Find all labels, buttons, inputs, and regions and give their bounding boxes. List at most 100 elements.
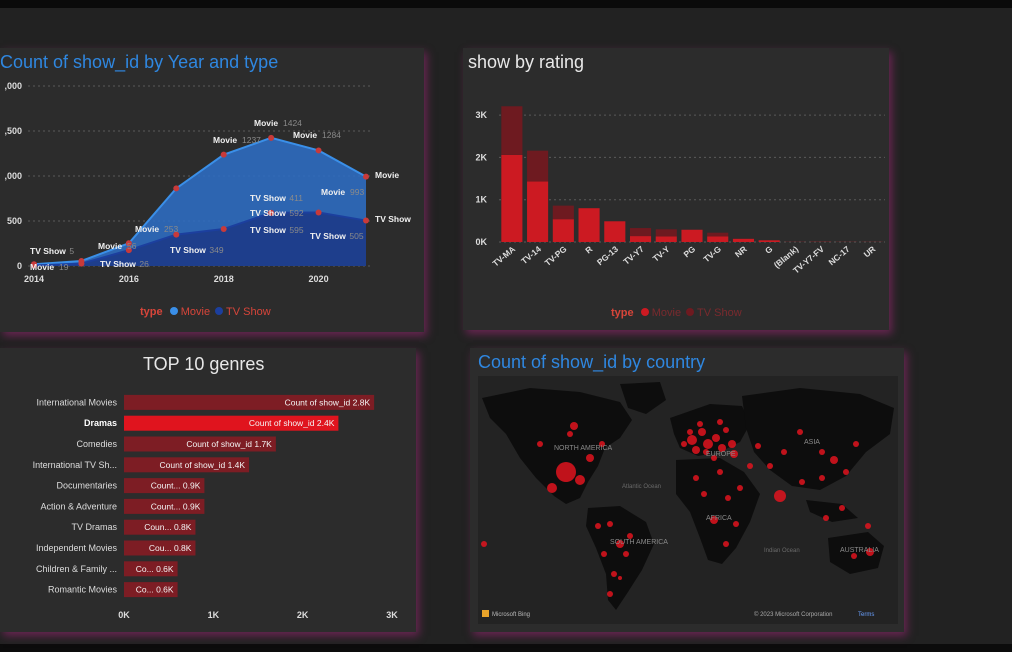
- data-label-name: TV Show: [310, 231, 346, 241]
- rating-bar-movie: [758, 240, 780, 242]
- x-tick-label: TV-Y: [651, 244, 672, 264]
- country-dot: [737, 485, 743, 491]
- data-label-name: TV Show: [250, 225, 286, 235]
- world-map[interactable]: NORTH AMERICA EUROPE ASIA AFRICA SOUTH A…: [470, 348, 904, 632]
- legend-movie-marker: [169, 307, 178, 315]
- genre-label: Children & Family ...: [36, 564, 117, 574]
- x-tick-label: 2016: [119, 274, 139, 284]
- tvshow-point: [363, 217, 369, 224]
- data-label-value: 253: [164, 224, 178, 234]
- country-dot: [799, 479, 805, 485]
- rating-bar-tvshow: [501, 106, 523, 155]
- rating-legend[interactable]: type Movie TV Show: [611, 307, 742, 319]
- y-tick-label: ,500: [4, 126, 22, 136]
- x-tick-label: NR: [733, 244, 749, 260]
- country-dot: [781, 449, 787, 455]
- x-tick-label: TV-PG: [543, 244, 569, 268]
- country-dot: [728, 440, 736, 448]
- country-dot: [698, 428, 706, 436]
- y-tick-label: 1K: [475, 195, 487, 205]
- country-dot: [747, 463, 753, 469]
- country-dot: [687, 435, 697, 445]
- data-label-value: 19: [59, 262, 69, 272]
- genre-label: Action & Adventure: [40, 501, 117, 511]
- genre-label: TV Dramas: [71, 522, 117, 532]
- data-label-value: 411: [289, 193, 303, 203]
- country-dot: [595, 523, 601, 529]
- country-dot: [547, 483, 557, 493]
- rating-bar-movie: [578, 208, 600, 242]
- country-dot: [703, 439, 713, 449]
- x-tick-label: 2K: [297, 610, 309, 620]
- legend-movie-label: Movie: [180, 306, 211, 318]
- data-label-name: Movie: [213, 135, 237, 145]
- legend-movie-label: Movie: [651, 307, 682, 319]
- rating-panel[interactable]: show by rating 3K 2K 1K 0K TV-MA TV-14 TV-PG R P…: [463, 48, 889, 330]
- rating-bar-movie: [604, 221, 626, 242]
- country-dot: [623, 551, 629, 557]
- genres-chart[interactable]: International Movies Count of show_id 2.8…: [0, 348, 416, 632]
- country-dot: [819, 449, 825, 455]
- genre-data-label: Coun... 0.8K: [144, 522, 192, 532]
- legend-movie-marker: [640, 308, 649, 316]
- country-dot: [607, 591, 613, 597]
- data-label-value: 349: [209, 245, 223, 255]
- y-tick-label: ,000: [4, 171, 22, 181]
- movie-point: [220, 151, 227, 158]
- country-dot: [723, 541, 729, 547]
- ocean-label-indian: Indian Ocean: [764, 548, 800, 554]
- country-dot: [556, 462, 576, 482]
- country-dot: [853, 441, 859, 447]
- year-type-panel[interactable]: Count of show_id by Year and type ,000,5…: [0, 48, 424, 332]
- rating-bar-movie: [707, 236, 729, 242]
- data-label-value: 1424: [283, 118, 302, 128]
- country-dot: [767, 463, 773, 469]
- country-dot: [618, 576, 622, 580]
- rating-bar-movie: [681, 229, 703, 242]
- data-label-name: TV Show: [250, 193, 286, 203]
- country-dot: [601, 551, 607, 557]
- y-tick-label: 0: [17, 261, 22, 271]
- terms-link[interactable]: Terms: [858, 612, 874, 618]
- genre-label: International TV Sh...: [33, 460, 117, 470]
- rating-chart[interactable]: 3K 2K 1K 0KTV-MA TV-14 TV-PG R PG-13 TV-Y7 TV-Y PG…: [463, 48, 889, 330]
- country-dot: [843, 469, 849, 475]
- tvshow-point: [315, 209, 322, 216]
- country-dot: [481, 541, 487, 547]
- rating-bar-tvshow: [629, 228, 652, 237]
- country-dot: [693, 475, 699, 481]
- y-tick-label: 500: [7, 216, 22, 226]
- rating-bar-tvshow: [552, 205, 574, 220]
- legend-title: type: [611, 307, 634, 319]
- movie-point: [173, 185, 180, 192]
- country-dot: [567, 431, 573, 437]
- genre-label: Independent Movies: [36, 543, 118, 553]
- continent-label-australia: AUSTRALIA: [840, 547, 879, 554]
- legend-title: type: [140, 306, 163, 318]
- bottom-bar: [0, 644, 1012, 652]
- genre-data-label: Count of show_id 1.7K: [186, 439, 272, 449]
- country-dot: [774, 490, 786, 502]
- country-dot: [723, 427, 729, 433]
- country-dot: [797, 429, 803, 435]
- x-tick-label: 1K: [208, 610, 220, 620]
- country-panel[interactable]: Count of show_id by country NORTH AMERIC…: [470, 348, 904, 632]
- y-tick-label: ,000: [4, 81, 22, 91]
- country-dot: [611, 571, 617, 577]
- data-label-value: 1284: [322, 130, 341, 140]
- year-type-chart[interactable]: ,000 ,500 ,000 500 02014 2016 2018 2020 Movie 19 M…: [0, 48, 424, 332]
- genres-panel[interactable]: TOP 10 genres International Movies Count …: [0, 348, 416, 632]
- genre-label: Comedies: [76, 439, 117, 449]
- country-dot: [607, 521, 613, 527]
- year-type-legend[interactable]: type Movie TV Show: [140, 306, 271, 318]
- data-label-name: Movie: [254, 118, 278, 128]
- data-label-value: 26: [139, 259, 149, 269]
- data-label-name: TV Show: [170, 245, 206, 255]
- y-tick-label: 3K: [475, 110, 487, 120]
- genre-data-label: Co... 0.6K: [136, 585, 174, 595]
- x-tick-label: TV-G: [701, 244, 723, 265]
- microsoft-logo: [482, 610, 489, 617]
- genre-data-label: Count of show_id 1.4K: [160, 460, 246, 470]
- rating-bar-movie: [655, 236, 677, 242]
- data-label-value: 592: [289, 208, 303, 218]
